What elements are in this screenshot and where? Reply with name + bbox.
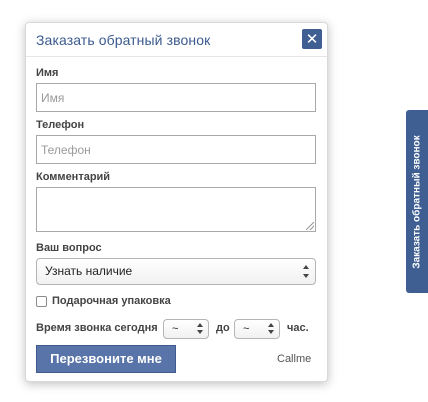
select-arrows-icon	[196, 323, 203, 334]
resize-grip-icon[interactable]	[306, 222, 314, 230]
hours-label: час.	[287, 322, 309, 334]
time-from-select[interactable]: ~	[163, 319, 209, 339]
close-button[interactable]: ✕	[302, 29, 322, 49]
dialog-title: Заказать обратный звонок	[36, 32, 211, 48]
callme-brand-link[interactable]: Callme	[277, 353, 311, 365]
close-icon: ✕	[305, 30, 319, 48]
time-from-value: ~	[172, 323, 179, 335]
call-time-label: Время звонка сегодня	[36, 322, 158, 334]
question-selected-value: Узнать наличие	[45, 264, 133, 278]
callback-dialog: Заказать обратный звонок ✕ Имя Телефон К…	[25, 22, 328, 382]
call-me-button[interactable]: Перезвоните мне	[36, 345, 176, 373]
name-input[interactable]	[36, 83, 316, 112]
question-select[interactable]: Узнать наличие	[36, 258, 316, 285]
gift-wrap-checkbox[interactable]	[36, 296, 47, 307]
phone-label: Телефон	[36, 119, 85, 131]
side-tab-label: Заказать обратный звонок	[411, 135, 423, 269]
time-to-select[interactable]: ~	[234, 319, 280, 339]
name-label: Имя	[36, 67, 59, 79]
callback-side-tab[interactable]: Заказать обратный звонок	[406, 110, 428, 293]
question-label: Ваш вопрос	[36, 242, 102, 254]
comment-label: Комментарий	[36, 171, 111, 183]
time-to-label: до	[216, 322, 230, 334]
phone-input[interactable]	[36, 135, 316, 164]
select-arrows-icon	[302, 265, 309, 278]
time-to-value: ~	[243, 323, 250, 335]
select-arrows-icon	[267, 323, 274, 334]
comment-textarea[interactable]	[36, 187, 316, 232]
gift-wrap-label[interactable]: Подарочная упаковка	[52, 295, 171, 307]
dialog-header: Заказать обратный звонок ✕	[26, 23, 327, 57]
